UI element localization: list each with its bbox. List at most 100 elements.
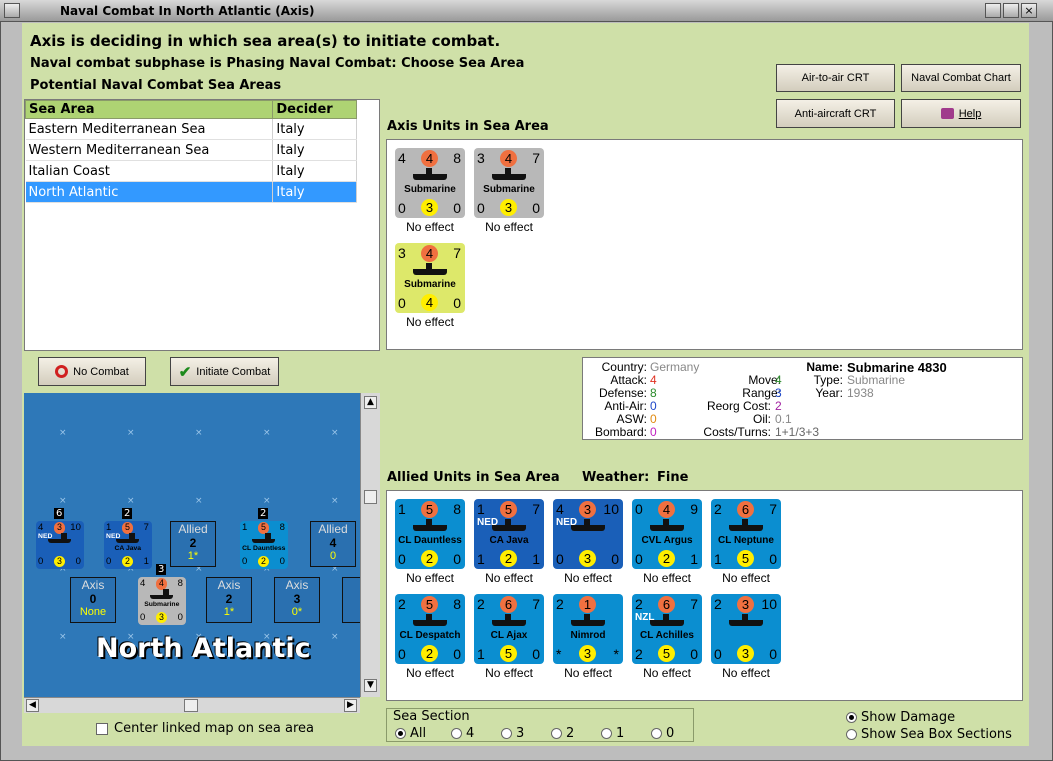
oil-key: Oil: [753,412,771,426]
box-sub: None [79,606,107,618]
unit-counter[interactable]: 4 3 10 NED 0 3 0 [553,499,623,569]
counter-top-right: 10 [761,596,777,612]
defense-dot: 5 [500,645,517,662]
sea-section-radio[interactable]: 0 [651,726,674,741]
unit-counter[interactable]: 2 6 7 NZL CL Achilles 2 5 0 [632,594,702,664]
table-row[interactable]: Western Mediterranean Sea Italy [25,139,357,161]
unit-counter[interactable]: 1 5 8 CL Dauntless 0 2 0 [240,521,288,569]
unit-counter[interactable]: 2 3 10 0 3 0 [711,594,781,664]
unit-counter[interactable]: 4 4 8 Submarine 0 3 0 [138,577,186,625]
unit-counter[interactable]: 3 4 7 Submarine 0 4 0 [395,243,465,313]
sea-section-option-label: 2 [566,726,575,741]
scroll-right-icon[interactable]: ▶ [344,699,357,712]
show-sea-box-radio[interactable]: Show Sea Box Sections [846,727,1012,742]
unit-counter[interactable]: 1 5 7 NED CA Java 1 2 1 [474,499,544,569]
maximize-icon[interactable] [1003,3,1019,18]
initiate-combat-button[interactable]: ✔ Initiate Combat [170,357,279,386]
name-key: Name: [806,360,843,374]
oil-value: 0.1 [775,412,792,426]
scroll-thumb[interactable] [364,490,377,504]
table-row[interactable]: Eastern Mediterranean Sea Italy [25,118,357,140]
unit-counter[interactable]: 1 5 8 CL Dauntless 0 2 0 [395,499,465,569]
unit-counter[interactable]: 1 5 7 NED CA Java 0 2 1 [104,521,152,569]
unit-counter[interactable]: 4 3 10 NED 0 3 0 [36,521,84,569]
defense-dot: 4 [421,294,438,311]
no-entry-icon [55,365,69,378]
unit-counter[interactable]: 2 1 Nimrod * 3 * [553,594,623,664]
sea-grid-mark: × [263,428,271,438]
sea-area-map[interactable]: ×××××××××××××××××××××××××××××× 4310NED03… [24,393,360,697]
scroll-down-icon[interactable]: ▼ [364,679,377,692]
box-sub: 1* [223,606,235,618]
sea-section-radio[interactable]: 3 [501,726,524,741]
box-sub: 0 [329,550,337,562]
counter-top-right: 7 [532,501,540,517]
air-to-air-crt-button[interactable]: Air-to-air CRT [776,64,895,92]
center-map-checkbox[interactable]: Center linked map on sea area [96,721,314,736]
close-icon[interactable]: × [1021,3,1037,18]
counter-top-right: 10 [603,501,619,517]
ship-silhouette-icon [650,614,684,626]
h-scroll-thumb[interactable] [184,699,198,712]
system-menu-icon[interactable] [4,3,20,18]
table-row-selected[interactable]: North Atlantic Italy [25,181,357,203]
title-bar[interactable]: Naval Combat In North Atlantic (Axis) × [0,0,1053,22]
allied-strength-box[interactable]: Allied 4 0 [310,521,356,567]
sea-area-col-header[interactable]: Sea Area [24,100,274,119]
country-key: Country: [601,360,647,374]
map-vertical-scrollbar[interactable]: ▲ ▼ [360,393,380,697]
sea-section-radio[interactable]: All [395,726,426,741]
reorg-key: Reorg Cost: [706,399,771,413]
unit-name: CL Dauntless [242,545,286,553]
ship-silhouette-icon [413,263,447,275]
map-horizontal-scrollbar[interactable]: ◀ ▶ [24,697,360,713]
counter-bottom-left: 0 [140,612,146,624]
unit-name: CL Despatch [399,630,461,641]
show-damage-radio[interactable]: Show Damage [846,710,955,725]
help-button[interactable]: Help [901,99,1021,128]
counter-top-left: 1 [242,522,248,534]
counter-top-left: 2 [398,596,406,612]
sea-section-radio[interactable]: 2 [551,726,574,741]
allied-strength-box[interactable]: Allied 2 1* [170,521,216,567]
unit-name: CVL Argus [641,535,693,546]
sea-section-radio[interactable]: 4 [451,726,474,741]
naval-combat-chart-button[interactable]: Naval Combat Chart [901,64,1021,92]
defense-key: Defense: [598,386,647,400]
content-area: Axis is deciding in which sea area(s) to… [22,23,1029,746]
unit-counter[interactable]: 3 4 7 Submarine 0 3 0 [474,148,544,218]
attack-dot: 5 [421,501,438,518]
axis-strength-box[interactable]: Axis 2 1* [206,577,252,623]
attack-value: 4 [650,373,657,387]
scroll-left-icon[interactable]: ◀ [26,699,39,712]
scroll-up-icon[interactable]: ▲ [364,396,377,409]
sea-area-table: Sea Area Decider Eastern Mediterranean Se… [24,100,357,203]
unit-info-panel: Country: Germany Attack: 4 Defense: 8 Anti-… [582,357,1023,440]
counter-bottom-left: 0 [106,556,112,568]
anti-aircraft-crt-button[interactable]: Anti-aircraft CRT [776,99,895,128]
asw-key: ASW: [616,412,647,426]
unit-counter[interactable]: 2 6 7 CL Neptune 1 5 0 [711,499,781,569]
range-key: Range: [742,386,781,400]
table-row[interactable]: Italian Coast Italy [25,160,357,182]
counter-top-left: 3 [398,245,406,261]
country-value: Germany [650,360,700,374]
counter-top-left: 4 [556,501,564,517]
counter-top-left: 2 [556,596,564,612]
attack-dot: 5 [500,501,517,518]
no-combat-button[interactable]: No Combat [38,357,146,386]
nationality-label: NZL [635,612,655,623]
axis-strength-box[interactable]: Axis 3 0* [274,577,320,623]
unit-counter[interactable]: 2 6 7 CL Ajax 1 5 0 [474,594,544,664]
combat-effect: No effect [485,666,533,680]
axis-strength-box[interactable]: Axis 0 None [70,577,116,623]
counter-top-right: 8 [177,578,183,590]
unit-counter[interactable]: 2 5 8 CL Despatch 0 2 0 [395,594,465,664]
unit-counter[interactable]: 4 4 8 Submarine 0 3 0 [395,148,465,218]
unit-counter[interactable]: 0 4 9 CVL Argus 0 2 1 [632,499,702,569]
sea-section-radio[interactable]: 1 [601,726,624,741]
defense-dot: 2 [257,555,270,568]
sea-section-option-label: 1 [616,726,625,741]
minimize-icon[interactable] [985,3,1001,18]
decider-col-header[interactable]: Decider [272,100,357,119]
